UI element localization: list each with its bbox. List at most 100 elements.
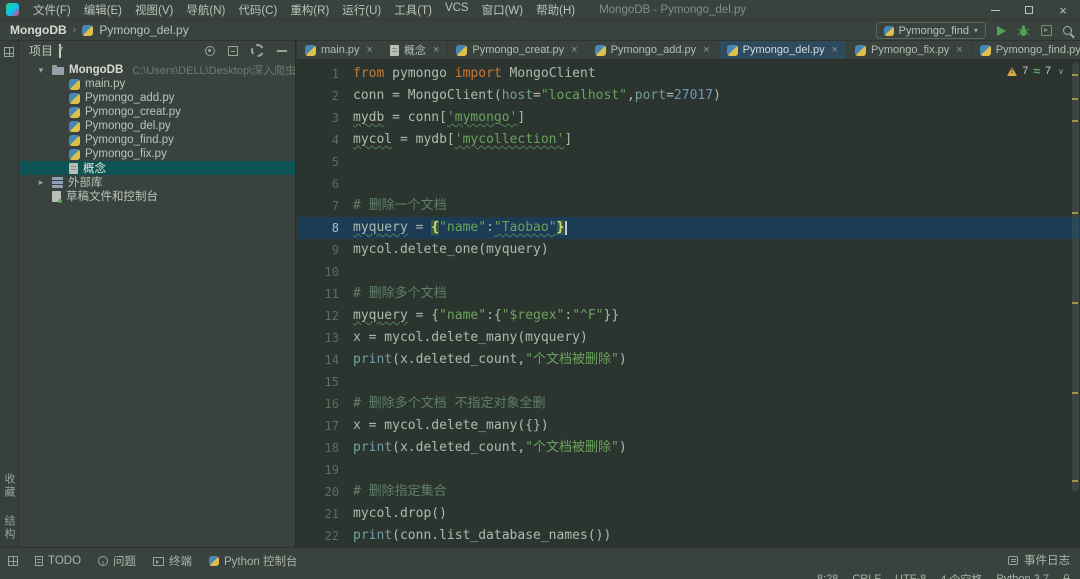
- line-number[interactable]: 10: [297, 261, 353, 283]
- line-number[interactable]: 1: [297, 63, 353, 85]
- menu-item-0[interactable]: 文件(F): [27, 0, 77, 20]
- interpreter[interactable]: Python 3.7: [996, 573, 1049, 579]
- tree-item-main.py[interactable]: main.py: [19, 77, 295, 91]
- status-tool-TODO[interactable]: TODO: [35, 555, 81, 567]
- collapse-all-icon[interactable]: [228, 45, 238, 56]
- close-button[interactable]: ×: [1046, 0, 1080, 20]
- chevron-down-icon[interactable]: ▾: [35, 65, 47, 76]
- tree-item-MongoDB[interactable]: ▾ MongoDB C:\Users\DELL\Desktop\深入爬虫\爬虫\Mo…: [19, 63, 295, 77]
- maximize-button[interactable]: [1012, 0, 1046, 20]
- search-everywhere-button[interactable]: [1063, 26, 1072, 35]
- menu-item-2[interactable]: 视图(V): [129, 0, 179, 20]
- menu-item-9[interactable]: 窗口(W): [476, 0, 530, 20]
- code-line-4[interactable]: 4 mycol = mydb['mycollection']: [297, 129, 1080, 151]
- tab-close-icon[interactable]: [703, 45, 709, 56]
- project-view-selector[interactable]: 项目 ▾: [29, 42, 63, 59]
- code-editor[interactable]: 1 from pymongo import MongoClient 2 conn = …: [297, 60, 1080, 547]
- breadcrumb-project[interactable]: MongoDB: [10, 23, 67, 37]
- code-line-22[interactable]: 22 print(conn.list_database_names()): [297, 525, 1080, 547]
- warning-stripe-mark[interactable]: [1072, 302, 1078, 304]
- code-line-2[interactable]: 2 conn = MongoClient(host="localhost",por…: [297, 85, 1080, 107]
- status-tool-Python 控制台[interactable]: Python 控制台: [209, 553, 298, 569]
- menu-item-1[interactable]: 编辑(E): [78, 0, 128, 20]
- line-number[interactable]: 3: [297, 107, 353, 129]
- debug-button[interactable]: [1017, 24, 1030, 37]
- menu-item-8[interactable]: VCS: [439, 0, 475, 20]
- tab-close-icon[interactable]: [571, 45, 577, 56]
- warning-stripe-mark[interactable]: [1072, 120, 1078, 122]
- tab-Pymongo_creat.py[interactable]: Pymongo_creat.py: [448, 41, 587, 59]
- line-number[interactable]: 18: [297, 437, 353, 459]
- hide-panel-icon[interactable]: [277, 50, 287, 52]
- file-encoding[interactable]: UTF-8: [895, 573, 926, 579]
- status-tool-问题[interactable]: 问题: [98, 553, 136, 569]
- line-number[interactable]: 9: [297, 239, 353, 261]
- caret-position[interactable]: 8:28: [817, 573, 838, 579]
- tree-item-Pymongo_find.py[interactable]: Pymongo_find.py: [19, 133, 295, 147]
- tree-item-Pymongo_fix.py[interactable]: Pymongo_fix.py: [19, 147, 295, 161]
- run-button[interactable]: [997, 25, 1006, 36]
- warning-stripe-mark[interactable]: [1072, 392, 1078, 394]
- line-number[interactable]: 7: [297, 195, 353, 217]
- tab-close-icon[interactable]: [367, 45, 373, 56]
- tree-item-概念[interactable]: 概念: [19, 161, 295, 175]
- line-number[interactable]: 16: [297, 393, 353, 415]
- line-number[interactable]: 19: [297, 459, 353, 481]
- code-line-8[interactable]: 8 myquery = {"name":"Taobao"}: [297, 217, 1080, 239]
- scrollbar[interactable]: [1072, 62, 1079, 492]
- code-line-20[interactable]: 20 # 删除指定集合: [297, 481, 1080, 503]
- warning-stripe-mark[interactable]: [1072, 98, 1078, 100]
- code-line-17[interactable]: 17 x = mycol.delete_many({}): [297, 415, 1080, 437]
- code-line-15[interactable]: 15: [297, 371, 1080, 393]
- stripe-button-结构[interactable]: 结构: [1, 515, 17, 541]
- code-line-19[interactable]: 19: [297, 459, 1080, 481]
- tab-close-icon[interactable]: [832, 45, 838, 56]
- tree-item-草稿文件和控制台[interactable]: 草稿文件和控制台: [19, 189, 295, 203]
- line-number[interactable]: 21: [297, 503, 353, 525]
- line-number[interactable]: 8: [297, 217, 353, 239]
- line-number[interactable]: 11: [297, 283, 353, 305]
- locate-file-icon[interactable]: [205, 45, 215, 56]
- breadcrumb-file[interactable]: Pymongo_del.py: [99, 23, 188, 37]
- line-separator[interactable]: CRLF: [852, 573, 881, 579]
- line-number[interactable]: 17: [297, 415, 353, 437]
- tree-item-Pymongo_add.py[interactable]: Pymongo_add.py: [19, 91, 295, 105]
- run-with-coverage-button[interactable]: [1041, 25, 1052, 36]
- run-config-select[interactable]: Pymongo_find ▾: [875, 22, 986, 39]
- menu-item-6[interactable]: 运行(U): [336, 0, 387, 20]
- code-line-1[interactable]: 1 from pymongo import MongoClient: [297, 63, 1080, 85]
- inspections-widget[interactable]: 7 ≈ 7 ∨: [1007, 64, 1064, 78]
- tab-Pymongo_fix.py[interactable]: Pymongo_fix.py: [847, 41, 972, 59]
- tab-概念[interactable]: 概念: [382, 41, 449, 59]
- tree-item-Pymongo_creat.py[interactable]: Pymongo_creat.py: [19, 105, 295, 119]
- code-line-3[interactable]: 3 mydb = conn['mymongo']: [297, 107, 1080, 129]
- menu-item-10[interactable]: 帮助(H): [530, 0, 581, 20]
- chevron-right-icon[interactable]: ▸: [35, 177, 47, 188]
- menu-item-3[interactable]: 导航(N): [180, 0, 231, 20]
- code-line-18[interactable]: 18 print(x.deleted_count,"个文档被删除"): [297, 437, 1080, 459]
- code-line-11[interactable]: 11 # 删除多个文档: [297, 283, 1080, 305]
- menu-item-7[interactable]: 工具(T): [388, 0, 438, 20]
- code-line-13[interactable]: 13 x = mycol.delete_many(myquery): [297, 327, 1080, 349]
- warning-stripe-mark[interactable]: [1072, 212, 1078, 214]
- line-number[interactable]: 20: [297, 481, 353, 503]
- code-line-14[interactable]: 14 print(x.deleted_count,"个文档被删除"): [297, 349, 1080, 371]
- tab-close-icon[interactable]: [433, 45, 439, 56]
- status-tool-终端[interactable]: 终端: [153, 553, 192, 569]
- code-line-9[interactable]: 9 mycol.delete_one(myquery): [297, 239, 1080, 261]
- warning-stripe-mark[interactable]: [1072, 480, 1078, 482]
- tree-item-Pymongo_del.py[interactable]: Pymongo_del.py: [19, 119, 295, 133]
- tool-window-switcher-icon[interactable]: [8, 556, 18, 566]
- line-number[interactable]: 22: [297, 525, 353, 547]
- indent-style[interactable]: 4 个空格: [940, 571, 982, 579]
- tab-Pymongo_find.py[interactable]: Pymongo_find.py: [972, 41, 1080, 59]
- code-line-5[interactable]: 5: [297, 151, 1080, 173]
- tab-Pymongo_add.py[interactable]: Pymongo_add.py: [587, 41, 719, 59]
- event-log-button[interactable]: 事件日志: [1008, 552, 1070, 568]
- code-line-21[interactable]: 21 mycol.drop(): [297, 503, 1080, 525]
- line-number[interactable]: 2: [297, 85, 353, 107]
- code-line-10[interactable]: 10: [297, 261, 1080, 283]
- code-line-12[interactable]: 12 myquery = {"name":{"$regex":"^F"}}: [297, 305, 1080, 327]
- menu-item-5[interactable]: 重构(R): [284, 0, 335, 20]
- line-number[interactable]: 14: [297, 349, 353, 371]
